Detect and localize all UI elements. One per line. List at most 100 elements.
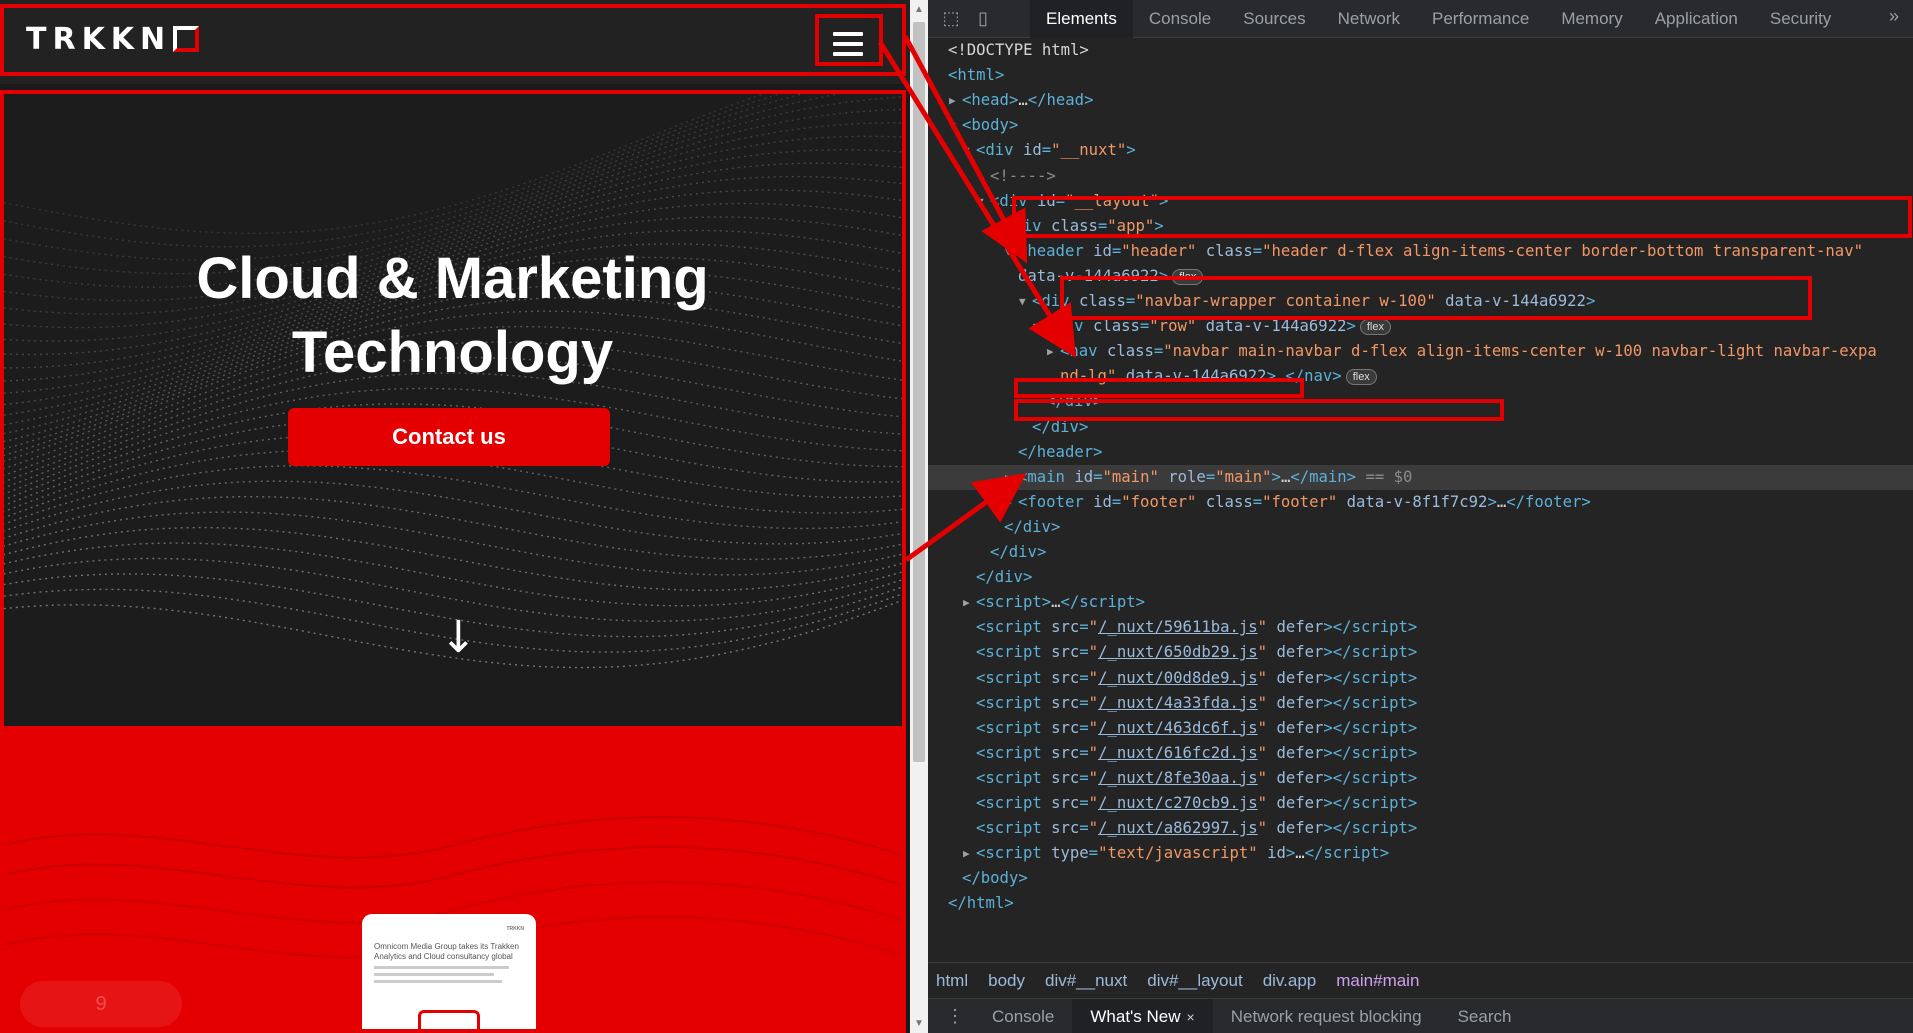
dom-node-line[interactable]: <html> [928,63,1913,88]
dom-node-line[interactable]: <script src="/_nuxt/650db29.js" defer></… [928,640,1913,665]
expand-triangle-icon[interactable]: ▼ [1005,239,1012,264]
tab-performance[interactable]: Performance [1416,0,1545,38]
dom-node-line[interactable]: <script src="/_nuxt/a862997.js" defer></… [928,816,1913,841]
document-icon [418,1010,480,1033]
dom-node-text: </html> [948,894,1014,913]
drawer-menu-icon[interactable]: ⋮ [928,1006,974,1027]
collapse-triangle-icon[interactable]: ▶ [963,590,970,615]
card-brand: TRKKN [506,926,525,932]
drawer-tab-what-s-new[interactable]: What's New × [1072,998,1213,1033]
dom-node-line[interactable]: </div> [928,540,1913,565]
dom-node-line[interactable]: nd-lg" data-v-144a6922>…</nav> flex [928,364,1913,389]
expand-triangle-icon[interactable]: ▼ [949,113,956,138]
drawer-tab-console[interactable]: Console [974,999,1072,1033]
dom-node-line[interactable]: </div> [928,515,1913,540]
collapse-triangle-icon[interactable]: ▶ [1005,490,1012,515]
more-tabs-icon[interactable]: » [1889,6,1899,27]
tab-sources[interactable]: Sources [1227,0,1321,38]
contact-us-button[interactable]: Contact us [288,408,610,466]
dom-node-text: <script src="/_nuxt/a862997.js" defer></… [976,819,1418,838]
scrollbar-thumb[interactable] [913,22,925,762]
dom-node-line[interactable]: </div> [928,389,1913,414]
devtools-tabs: Elements Console Sources Network Performance… [1030,0,1847,38]
expand-triangle-icon[interactable]: ▼ [991,214,998,239]
breadcrumb-item[interactable]: body [988,971,1025,991]
dom-node-text: <body> [962,116,1019,135]
dom-node-line[interactable]: ▶ <main id="main" role="main">…</main> ==… [928,464,1913,490]
dom-node-line[interactable]: ▶ <head>…</head> [928,88,1913,113]
breadcrumb-item[interactable]: html [936,971,968,991]
elements-dom-tree: <!DOCTYPE html> <html> ▶ <head>…</head> ▼ <bo… [928,38,1913,958]
inspect-element-icon[interactable]: ⬚ [940,8,962,30]
dom-node-line[interactable]: <script src="/_nuxt/8fe30aa.js" defer></… [928,766,1913,791]
dom-node-text: <main id="main" role="main">…</main> == … [1018,467,1413,486]
dom-node-line[interactable]: </div> [928,415,1913,440]
dom-node-line[interactable]: <script src="/_nuxt/00d8de9.js" defer></… [928,666,1913,691]
dom-node-line[interactable]: <!----> [928,164,1913,189]
dom-node-line[interactable]: ▼ <div id="__nuxt"> [928,138,1913,163]
devtools-tabbar: ⬚ ▯ Elements Console Sources Network Perform… [928,0,1913,38]
dom-node-text: <script src="/_nuxt/463dc6f.js" defer></… [976,718,1418,737]
breadcrumb-item[interactable]: div#__layout [1147,971,1242,991]
dom-node-line[interactable]: ▼ <header id="header" class="header d-fle… [928,239,1913,264]
collapse-triangle-icon[interactable]: ▶ [1005,465,1012,490]
collapse-triangle-icon[interactable]: ▶ [949,88,956,113]
dom-node-line[interactable]: ▼ <div class="row" data-v-144a6922> flex [928,314,1913,339]
drawer-tab-network-request-blocking[interactable]: Network request blocking [1213,999,1440,1033]
dom-node-text: </header> [1018,442,1103,461]
breadcrumb-item[interactable]: main#main [1336,971,1419,991]
scroll-down-icon[interactable]: ▼ [914,1018,924,1029]
hero-title-line2: Technology [291,320,614,385]
dom-node-line[interactable]: ▼ <div class="navbar-wrapper container w-… [928,289,1913,314]
website-viewport: TRKKN Cloud & Marketing Technology Conta… [0,0,910,1033]
tab-network[interactable]: Network [1322,0,1416,38]
tab-memory[interactable]: Memory [1545,0,1638,38]
floating-pill[interactable]: 9 [20,981,182,1027]
news-card[interactable]: TRKKN Omnicom Media Group takes its Trak… [362,914,536,1033]
devtools-drawer: ⋮ Console What's New × Network request bloc… [928,998,1913,1033]
hamburger-menu-icon[interactable] [822,24,874,64]
breadcrumb-item[interactable]: div#__nuxt [1045,971,1127,991]
site-navbar: TRKKN [0,0,910,84]
dom-node-line[interactable]: ▶ <footer id="footer" class="footer" data… [928,490,1913,515]
tab-console[interactable]: Console [1133,0,1227,38]
expand-triangle-icon[interactable]: ▼ [1033,314,1040,339]
dom-node-text: <script src="/_nuxt/59611ba.js" defer></… [976,618,1418,637]
collapse-triangle-icon[interactable]: ▶ [1047,339,1054,364]
scroll-up-icon[interactable]: ▲ [914,4,924,15]
dom-node-line[interactable]: ▶ <nav class="navbar main-navbar d-flex a… [928,339,1913,364]
page-scrollbar[interactable]: ▲ ▼ [910,0,928,1033]
dom-node-line[interactable]: <!DOCTYPE html> [928,38,1913,63]
dom-node-line[interactable]: ▼ <body> [928,113,1913,138]
dom-node-line[interactable]: </div> [928,565,1913,590]
tab-security[interactable]: Security [1754,0,1847,38]
dom-node-line[interactable]: <script src="/_nuxt/616fc2d.js" defer></… [928,741,1913,766]
close-tab-icon[interactable]: × [1187,1009,1195,1025]
dom-node-text: </div> [990,543,1047,561]
breadcrumb-item[interactable]: div.app [1263,971,1317,991]
scroll-down-arrow-icon[interactable]: ↓ [440,612,477,663]
dom-node-line[interactable]: data-v-144a6922> flex [928,264,1913,289]
dom-node-line[interactable]: </header> [928,440,1913,465]
collapse-triangle-icon[interactable]: ▶ [963,841,970,866]
dom-node-line[interactable]: <script src="/_nuxt/59611ba.js" defer></… [928,615,1913,640]
tab-application[interactable]: Application [1639,0,1754,38]
drawer-tab-search[interactable]: Search [1440,999,1530,1033]
dom-node-line[interactable]: </body> [928,866,1913,891]
expand-triangle-icon[interactable]: ▼ [1019,289,1026,314]
dom-node-line[interactable]: <script src="/_nuxt/463dc6f.js" defer></… [928,716,1913,741]
tab-elements[interactable]: Elements [1030,0,1133,38]
expand-triangle-icon[interactable]: ▼ [963,138,970,163]
dom-node-text: <script src="/_nuxt/650db29.js" defer></… [976,643,1418,662]
dom-node-line[interactable]: ▼ <div class="app"> [928,214,1913,239]
dom-node-line[interactable]: ▶ <script>…</script> [928,590,1913,615]
dom-node-line[interactable]: ▼ <div id="__layout"> [928,189,1913,214]
site-logo[interactable]: TRKKN [26,22,200,57]
device-toolbar-icon[interactable]: ▯ [972,8,994,30]
dom-node-line[interactable]: </html> [928,891,1913,916]
dom-node-line[interactable]: ▶ <script type="text/javascript" id>…</sc… [928,841,1913,866]
dom-node-line[interactable]: <script src="/_nuxt/c270cb9.js" defer></… [928,791,1913,816]
dom-node-line[interactable]: <script src="/_nuxt/4a33fda.js" defer></… [928,691,1913,716]
red-section: TRKKN Omnicom Media Group takes its Trak… [0,726,905,1033]
expand-triangle-icon[interactable]: ▼ [977,189,984,214]
